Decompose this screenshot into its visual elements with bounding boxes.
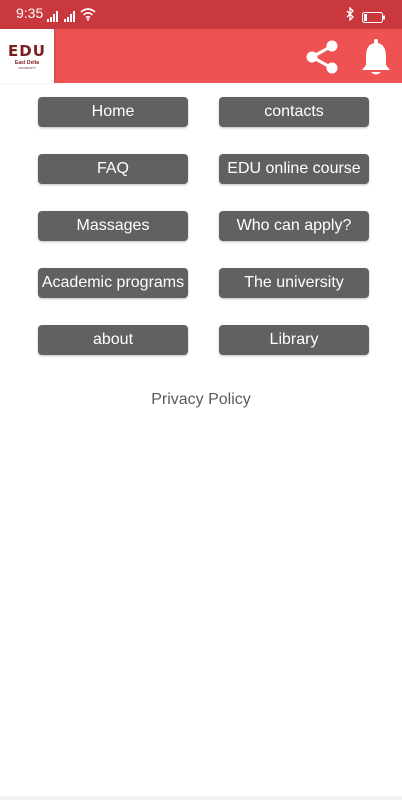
app-logo: EDU East Delta UNIVERSITY [0, 29, 54, 83]
bottom-divider [0, 796, 402, 800]
signal-icon [47, 9, 79, 27]
academic-programs-button[interactable]: Academic programs [38, 268, 188, 298]
share-icon [306, 40, 338, 74]
privacy-policy-link[interactable]: Privacy Policy [0, 391, 402, 409]
bell-icon [362, 39, 390, 75]
online-course-button[interactable]: EDU online course [219, 154, 369, 184]
bluetooth-icon [345, 6, 355, 26]
status-bar: 9:35 [0, 0, 402, 29]
contacts-button[interactable]: contacts [219, 97, 369, 127]
library-button[interactable]: Library [219, 325, 369, 355]
wifi-icon [80, 8, 96, 26]
logo-text: EDU [8, 42, 46, 60]
home-button[interactable]: Home [38, 97, 188, 127]
share-button[interactable] [302, 37, 342, 77]
massages-button[interactable]: Massages [38, 211, 188, 241]
faq-button[interactable]: FAQ [38, 154, 188, 184]
app-bar: EDU East Delta UNIVERSITY [0, 29, 402, 83]
the-university-button[interactable]: The university [219, 268, 369, 298]
status-time: 9:35 [16, 5, 44, 21]
notifications-button[interactable] [358, 37, 394, 77]
about-button[interactable]: about [38, 325, 188, 355]
battery-icon [362, 10, 386, 28]
who-can-apply-button[interactable]: Who can apply? [219, 211, 369, 241]
logo-subtitle-small: UNIVERSITY [17, 66, 36, 70]
